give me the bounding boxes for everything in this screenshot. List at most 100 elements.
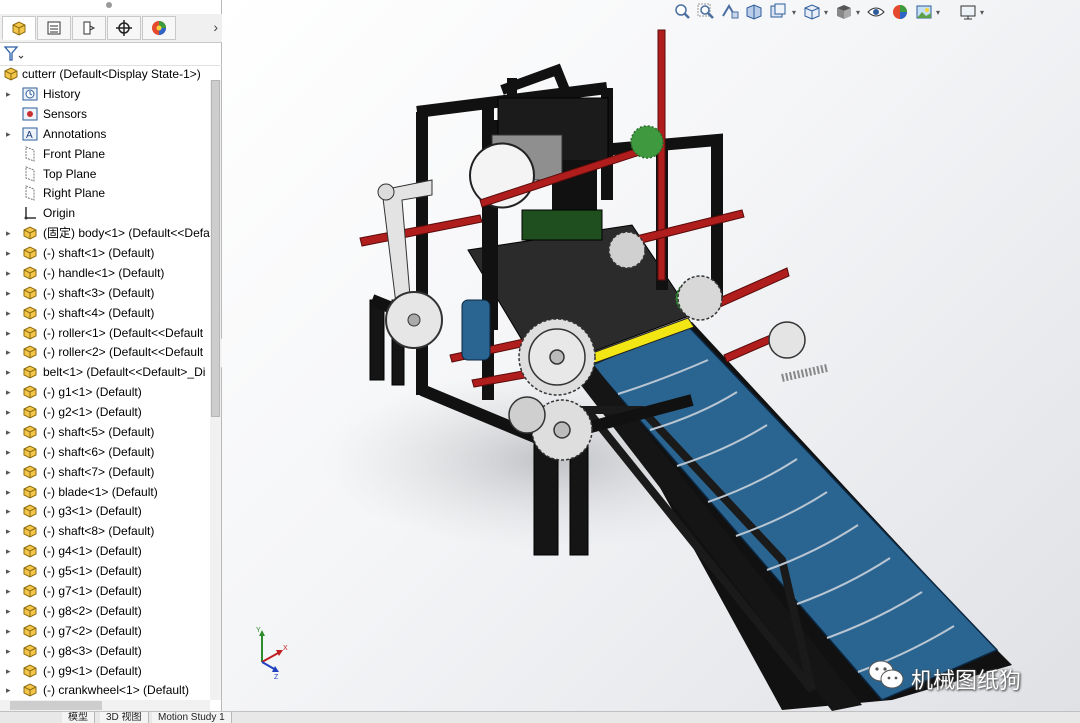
tree-item[interactable]: ▸ (-) g1<1> (Default) (0, 382, 210, 402)
tab-feature-manager[interactable] (2, 16, 36, 40)
svg-text:A: A (26, 130, 33, 141)
tree-item-label: (-) g9<1> (Default) (43, 663, 142, 678)
expand-arrow-icon[interactable]: ▸ (6, 426, 14, 438)
expand-arrow-icon[interactable]: ▸ (6, 386, 14, 398)
origin-icon (24, 207, 36, 220)
tab-3d-views[interactable]: 3D 视图 (100, 712, 149, 723)
tree-item[interactable]: ▸ A Annotations (0, 124, 210, 144)
tree-item[interactable]: ▸ (-) g9<1> (Default) (0, 661, 210, 681)
expand-arrow-icon[interactable]: ▸ (6, 366, 14, 378)
manager-tab-strip: › (0, 14, 222, 43)
tree-item[interactable]: ▸ (-) handle<1> (Default) (0, 263, 210, 283)
tree-item[interactable]: ▸ (-) g4<1> (Default) (0, 541, 210, 561)
tree-item[interactable]: ▸ (-) g5<1> (Default) (0, 561, 210, 581)
tree-item[interactable]: ▸ (-) shaft<6> (Default) (0, 442, 210, 462)
tree-item[interactable]: Top Plane (0, 164, 210, 184)
tab-motion-study[interactable]: Motion Study 1 (152, 712, 232, 723)
history-icon (22, 87, 38, 101)
tree-item[interactable]: ▸ (-) shaft<4> (Default) (0, 303, 210, 323)
part-icon (23, 465, 37, 479)
tree-item[interactable]: Origin (0, 203, 210, 223)
tree-item[interactable]: Front Plane (0, 144, 210, 164)
plane-icon (25, 165, 35, 182)
expand-arrow-icon[interactable]: ▸ (6, 684, 14, 696)
cutter-machine-model[interactable] (222, 0, 1080, 711)
tab-dimxpert-manager[interactable] (107, 16, 141, 40)
expand-arrow-icon[interactable]: ▸ (6, 227, 14, 239)
expand-arrow-icon[interactable]: ▸ (6, 446, 14, 458)
tab-display-manager[interactable] (142, 16, 176, 40)
tab-configuration-manager[interactable] (72, 16, 106, 40)
tree-item[interactable]: ▸ (-) g8<2> (Default) (0, 601, 210, 621)
tree-item[interactable]: ▸ (-) shaft<1> (Default) (0, 243, 210, 263)
tree-item[interactable]: ▸ (-) g2<1> (Default) (0, 402, 210, 422)
expand-arrow-icon[interactable]: ▸ (6, 585, 14, 597)
tree-vertical-scrollbar[interactable] (210, 80, 221, 700)
tree-item[interactable]: ▸ (-) shaft<3> (Default) (0, 283, 210, 303)
expand-arrow-icon[interactable]: ▸ (6, 128, 14, 140)
tree-item-label: belt<1> (Default<<Default>_Di (43, 365, 206, 380)
expand-arrow-icon[interactable]: ▸ (6, 665, 14, 677)
tree-item[interactable]: ▸ (-) crankwheel<1> (Default) (0, 680, 210, 700)
feature-manager-panel: › cutterr (Default<Display State-1>) ▸ Hi… (0, 0, 222, 722)
expand-arrow-icon[interactable]: ▸ (6, 88, 14, 100)
expand-arrow-icon[interactable]: ▸ (6, 287, 14, 299)
tree-horizontal-scrollbar[interactable] (0, 700, 210, 711)
expand-arrow-icon[interactable]: ▸ (6, 505, 14, 517)
tree-item-label: (-) roller<2> (Default<<Default (43, 345, 204, 360)
part-icon (23, 485, 37, 499)
annotations-icon: A (22, 127, 38, 141)
tree-item[interactable]: Sensors (0, 104, 210, 124)
part-icon (23, 524, 37, 538)
tree-item[interactable]: ▸ (-) g7<1> (Default) (0, 581, 210, 601)
tree-item[interactable]: ▸ (-) blade<1> (Default) (0, 482, 210, 502)
tree-item-label: (-) g5<1> (Default) (43, 564, 142, 579)
tree-item[interactable]: ▸ (-) g7<2> (Default) (0, 621, 210, 641)
tab-model[interactable]: 模型 (62, 712, 95, 723)
expand-arrow-icon[interactable]: ▸ (6, 486, 14, 498)
tree-item[interactable]: ▸ belt<1> (Default<<Default>_Di (0, 362, 210, 382)
tree-item-label: Annotations (43, 126, 107, 141)
expand-arrow-icon[interactable]: ▸ (6, 406, 14, 418)
scrollbar-thumb[interactable] (10, 701, 102, 710)
tab-property-manager[interactable] (37, 16, 71, 40)
expand-arrow-icon[interactable]: ▸ (6, 466, 14, 478)
triad-y-label: Y (256, 627, 261, 634)
tree-item[interactable]: ▸ (固定) body<1> (Default<<Defa (0, 223, 210, 243)
tree-item[interactable]: Right Plane (0, 183, 210, 203)
tree-item[interactable]: ▸ (-) shaft<7> (Default) (0, 462, 210, 482)
expand-arrow-icon[interactable]: ▸ (6, 327, 14, 339)
tree-item[interactable]: ▸ History (0, 84, 210, 104)
wechat-icon (868, 660, 904, 689)
tree-item[interactable]: ▸ (-) shaft<5> (Default) (0, 422, 210, 442)
tree-item-label: (固定) body<1> (Default<<Defa (43, 226, 210, 241)
tree-item[interactable]: ▸ (-) g3<1> (Default) (0, 501, 210, 521)
tree-filter-bar[interactable] (0, 43, 222, 66)
expand-arrow-icon[interactable]: ▸ (6, 625, 14, 637)
expand-arrow-icon[interactable]: ▸ (6, 346, 14, 358)
expand-arrow-icon[interactable]: ▸ (6, 605, 14, 617)
tree-item[interactable]: ▸ (-) roller<2> (Default<<Default (0, 342, 210, 362)
tree-item-label: (-) g7<1> (Default) (43, 584, 142, 598)
expand-arrow-icon[interactable]: ▸ (6, 525, 14, 537)
expand-arrow-icon[interactable]: ▸ (6, 267, 14, 279)
scrollbar-thumb[interactable] (211, 80, 220, 417)
expand-arrow-icon[interactable]: ▸ (6, 565, 14, 577)
part-icon (23, 544, 37, 558)
part-icon (23, 306, 37, 320)
expand-arrow-icon[interactable]: ▸ (6, 247, 14, 259)
graphics-viewport[interactable]: ▾ ▾ ▾ ▾ ▾ Y X Z 机械图纸狗 (222, 0, 1080, 711)
expand-arrow-icon[interactable]: ▸ (6, 645, 14, 657)
expand-arrow-icon[interactable]: ▸ (6, 307, 14, 319)
tree-item[interactable]: ▸ (-) shaft<8> (Default) (0, 521, 210, 541)
panel-grip[interactable] (106, 2, 112, 8)
part-icon (23, 325, 37, 340)
tree-root-assembly[interactable]: cutterr (Default<Display State-1>) (0, 64, 210, 84)
tree-item-label: (-) shaft<1> (Default) (43, 246, 155, 261)
tree-item[interactable]: ▸ (-) g8<3> (Default) (0, 641, 210, 661)
tree-item[interactable]: ▸ (-) roller<1> (Default<<Default (0, 323, 210, 343)
filter-icon[interactable] (4, 46, 26, 62)
expand-arrow-icon[interactable]: ▸ (6, 545, 14, 557)
part-icon (23, 644, 37, 658)
chevron-right-icon[interactable]: › (213, 19, 218, 35)
